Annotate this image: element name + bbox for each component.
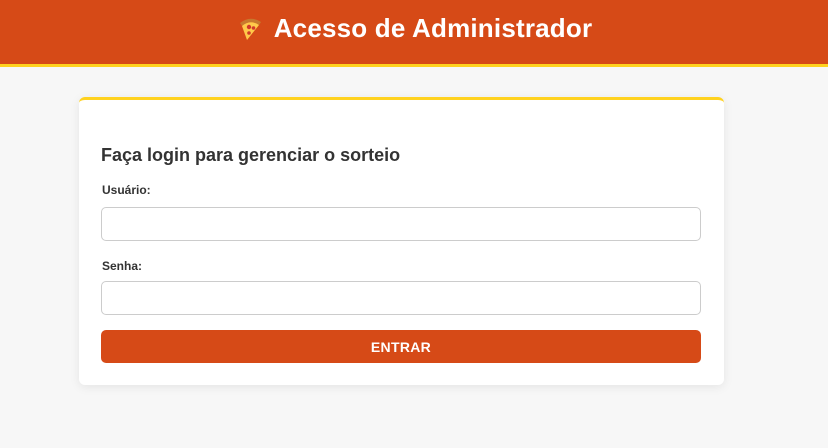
- login-card: Faça login para gerenciar o sorteio Usuá…: [79, 97, 724, 385]
- header-bar: Acesso de Administrador: [0, 0, 828, 67]
- password-input[interactable]: [101, 281, 701, 315]
- header-content: Acesso de Administrador: [236, 13, 593, 44]
- login-heading: Faça login para gerenciar o sorteio: [101, 145, 401, 165]
- login-button[interactable]: ENTRAR: [101, 330, 701, 363]
- password-label: Senha:: [102, 259, 143, 273]
- pizza-icon: [236, 14, 264, 42]
- username-label: Usuário:: [102, 183, 151, 197]
- app-title: Acesso de Administrador: [273, 12, 593, 43]
- username-input[interactable]: [101, 207, 701, 241]
